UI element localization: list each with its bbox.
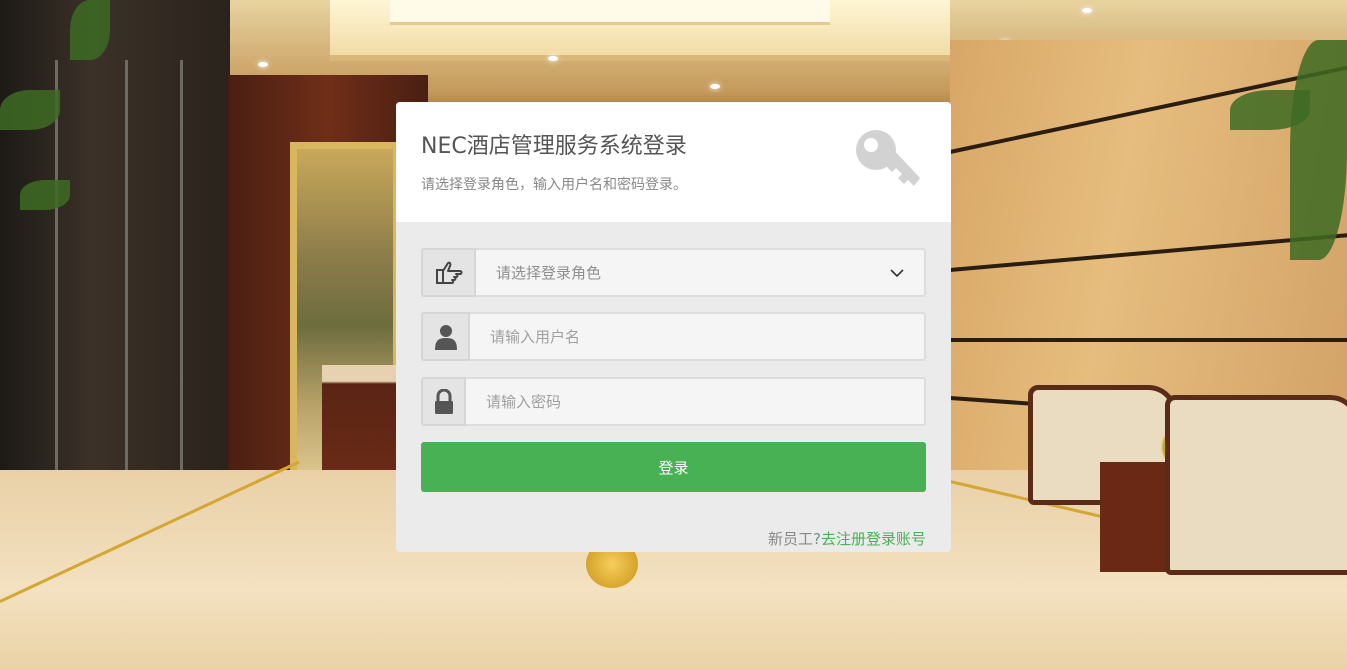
role-select-row: 请选择登录角色 <box>421 248 926 297</box>
role-select-value: 请选择登录角色 <box>496 264 602 282</box>
login-button[interactable]: 登录 <box>421 442 926 492</box>
key-icon <box>856 130 920 186</box>
password-addon <box>421 377 466 426</box>
password-row <box>421 377 926 426</box>
login-header: NEC酒店管理服务系统登录 请选择登录角色，输入用户名和密码登录。 <box>396 102 951 222</box>
username-addon <box>421 312 470 361</box>
username-row <box>421 312 926 361</box>
page-title: NEC酒店管理服务系统登录 <box>421 134 687 159</box>
register-link[interactable]: 去注册登录账号 <box>821 530 926 548</box>
register-line: 新员工?去注册登录账号 <box>768 528 926 549</box>
login-panel: NEC酒店管理服务系统登录 请选择登录角色，输入用户名和密码登录。 请选择登录角… <box>396 102 951 552</box>
register-prompt: 新员工? <box>768 530 821 548</box>
chevron-down-icon <box>890 268 904 277</box>
role-select[interactable]: 请选择登录角色 <box>476 248 926 297</box>
role-addon <box>421 248 476 297</box>
page-subtitle: 请选择登录角色，输入用户名和密码登录。 <box>421 177 687 193</box>
lock-icon <box>434 388 453 414</box>
username-input[interactable] <box>470 312 926 361</box>
user-icon <box>434 324 457 350</box>
hand-pointing-icon <box>435 261 462 284</box>
password-input[interactable] <box>466 377 926 426</box>
